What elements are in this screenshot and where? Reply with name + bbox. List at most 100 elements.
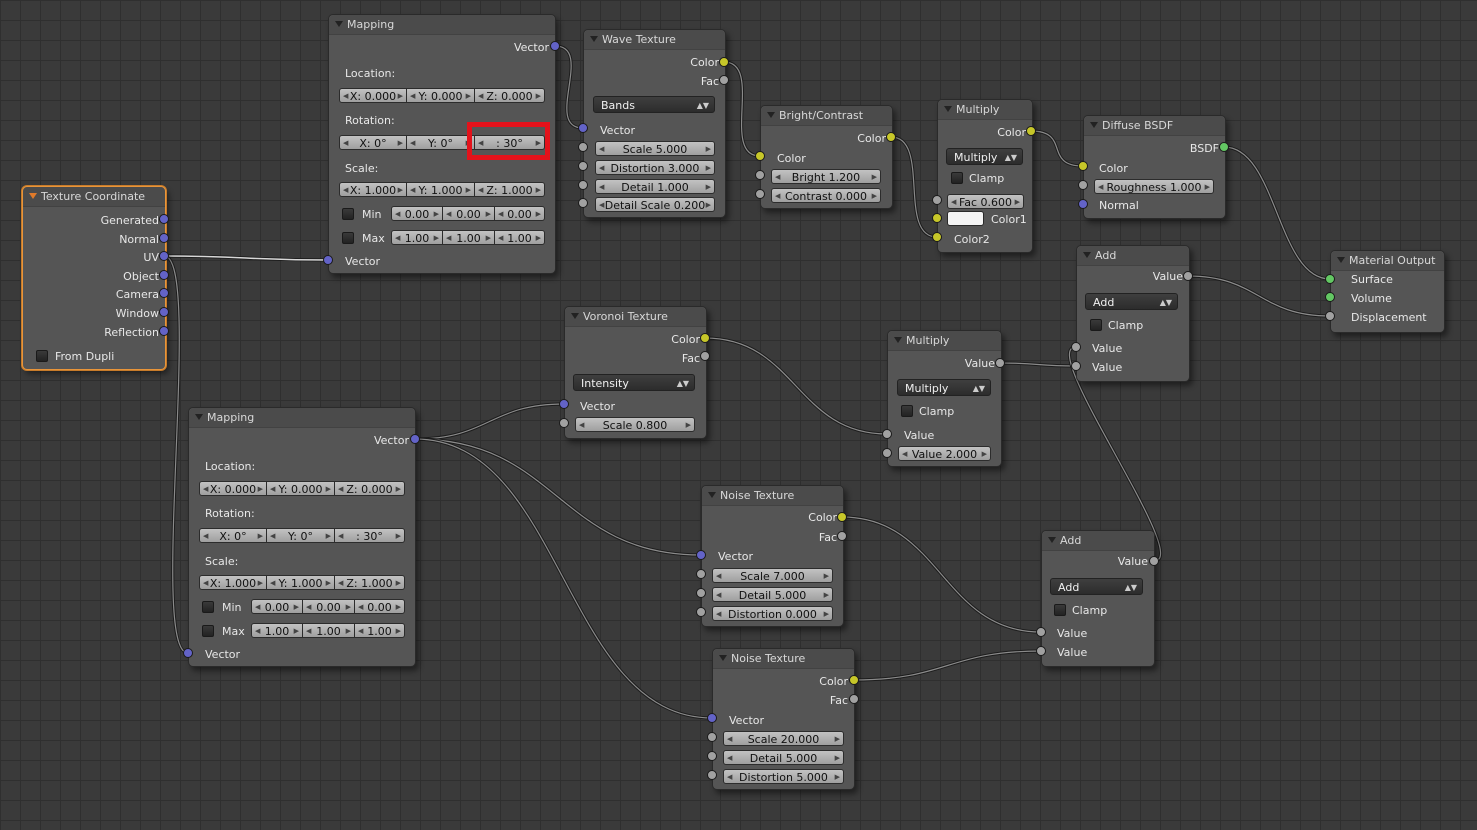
- collapse-arrow-icon[interactable]: [195, 414, 203, 420]
- socket-wave-color-out[interactable]: [719, 57, 729, 67]
- clamp-checkbox[interactable]: [1090, 319, 1102, 331]
- link-uv-to-mapping1[interactable]: [163, 255, 329, 261]
- socket-uv-out[interactable]: [159, 251, 169, 261]
- socket-displacement-in[interactable]: [1325, 311, 1335, 321]
- socket-diffuse-normal-in[interactable]: [1078, 199, 1088, 209]
- collapse-arrow-icon[interactable]: [894, 337, 902, 343]
- node-header[interactable]: Multiply: [938, 100, 1032, 120]
- location-x-field[interactable]: X: 0.000: [339, 88, 407, 104]
- socket-noise1-color-out[interactable]: [837, 512, 847, 522]
- collapse-arrow-icon[interactable]: [767, 112, 775, 118]
- max-y-field[interactable]: 1.00: [443, 230, 495, 246]
- clamp-checkbox[interactable]: [901, 405, 913, 417]
- socket-add1-value-out[interactable]: [1183, 271, 1193, 281]
- collapse-arrow-icon[interactable]: [1090, 122, 1098, 128]
- clamp-checkbox[interactable]: [1054, 604, 1066, 616]
- socket-voronoi-scale-in[interactable]: [559, 418, 569, 428]
- socket-mapping2-vector-in[interactable]: [183, 648, 193, 658]
- socket-noise2-vector-in[interactable]: [707, 713, 717, 723]
- socket-contrast-in[interactable]: [755, 189, 765, 199]
- socket-mapping1-vector-in[interactable]: [323, 255, 333, 265]
- socket-multiply1-color2-in[interactable]: [932, 232, 942, 242]
- link-multiply2-to-add1[interactable]: [999, 362, 1077, 367]
- collapse-arrow-icon[interactable]: [1083, 252, 1091, 258]
- socket-multiply1-color-out[interactable]: [1026, 126, 1036, 136]
- socket-bright-in[interactable]: [755, 170, 765, 180]
- collapse-arrow-icon[interactable]: [719, 655, 727, 661]
- socket-noise2-scale-in[interactable]: [707, 732, 717, 742]
- socket-wave-detail-scale-in[interactable]: [578, 198, 588, 208]
- socket-generated-out[interactable]: [159, 214, 169, 224]
- location-z-field[interactable]: Z: 0.000: [475, 88, 545, 104]
- socket-multiply1-color1-in[interactable]: [932, 213, 942, 223]
- socket-wave-fac-out[interactable]: [719, 75, 729, 85]
- socket-normal-out[interactable]: [159, 233, 169, 243]
- scale-field[interactable]: Scale 0.800: [575, 417, 695, 433]
- socket-noise1-distortion-in[interactable]: [696, 607, 706, 617]
- socket-diffuse-color-in[interactable]: [1078, 161, 1088, 171]
- fac-field[interactable]: Fac 0.600: [947, 194, 1024, 210]
- node-header[interactable]: Add: [1042, 531, 1154, 551]
- socket-multiply2-value-in[interactable]: [882, 429, 892, 439]
- node-diffuse-bsdf[interactable]: Diffuse BSDF BSDF Color Roughness 1.000 …: [1083, 115, 1226, 219]
- node-header[interactable]: Multiply: [888, 331, 1001, 351]
- location-x-field[interactable]: X: 0.000: [199, 481, 267, 497]
- rotation-x-field[interactable]: X: 0°: [339, 135, 407, 151]
- contrast-field[interactable]: Contrast 0.000: [771, 188, 881, 204]
- min-z-field[interactable]: 0.00: [495, 206, 545, 222]
- max-x-field[interactable]: 1.00: [391, 230, 443, 246]
- location-z-field[interactable]: Z: 0.000: [335, 481, 405, 497]
- math-mode-dropdown[interactable]: Add ▲▼: [1050, 578, 1143, 595]
- socket-add2-value1-in[interactable]: [1036, 627, 1046, 637]
- node-header[interactable]: Bright/Contrast: [761, 106, 892, 126]
- link-mapping2-to-noise2[interactable]: [414, 438, 713, 719]
- link-diffuse-to-surface[interactable]: [1223, 146, 1331, 280]
- scale-field[interactable]: Scale 7.000: [712, 568, 833, 584]
- socket-noise2-color-out[interactable]: [849, 675, 859, 685]
- socket-mapping1-vector-out[interactable]: [550, 41, 560, 51]
- detail-field[interactable]: Detail 5.000: [712, 587, 833, 603]
- socket-noise1-fac-out[interactable]: [837, 531, 847, 541]
- min-checkbox[interactable]: [342, 208, 354, 220]
- node-header[interactable]: Mapping: [329, 15, 555, 35]
- socket-diffuse-bsdf-out[interactable]: [1219, 142, 1229, 152]
- color1-swatch[interactable]: [947, 211, 984, 226]
- socket-diffuse-roughness-in[interactable]: [1078, 180, 1088, 190]
- socket-bright-color-in[interactable]: [755, 151, 765, 161]
- coloring-dropdown[interactable]: Intensity ▲▼: [573, 374, 695, 391]
- min-y-field[interactable]: 0.00: [443, 206, 495, 222]
- blend-mode-dropdown[interactable]: Multiply ▲▼: [946, 148, 1023, 165]
- node-multiply-value[interactable]: Multiply Value Multiply ▲▼ Clamp Value Va…: [887, 330, 1002, 467]
- link-wave-to-bright[interactable]: [723, 61, 761, 157]
- node-header[interactable]: Noise Texture: [702, 486, 843, 506]
- scale-x-field[interactable]: X: 1.000: [339, 182, 407, 198]
- scale-y-field[interactable]: Y: 1.000: [407, 182, 475, 198]
- from-dupli-checkbox[interactable]: [36, 350, 48, 362]
- value-field[interactable]: Value 2.000: [898, 446, 991, 462]
- roughness-field[interactable]: Roughness 1.000: [1094, 179, 1214, 195]
- socket-camera-out[interactable]: [159, 288, 169, 298]
- link-noise1-to-add2[interactable]: [841, 516, 1042, 633]
- bright-field[interactable]: Bright 1.200: [771, 169, 881, 185]
- socket-reflection-out[interactable]: [159, 326, 169, 336]
- socket-multiply2-value-out[interactable]: [995, 358, 1005, 368]
- socket-multiply1-fac-in[interactable]: [932, 195, 942, 205]
- max-checkbox[interactable]: [342, 232, 354, 244]
- link-mapping2-to-voronoi[interactable]: [414, 403, 565, 440]
- math-mode-dropdown[interactable]: Add ▲▼: [1085, 293, 1178, 310]
- node-texture-coordinate[interactable]: Texture Coordinate Generated Normal UV O…: [22, 186, 166, 370]
- socket-add1-value2-in[interactable]: [1071, 361, 1081, 371]
- socket-add2-value2-in[interactable]: [1036, 646, 1046, 656]
- max-checkbox[interactable]: [202, 625, 214, 637]
- socket-volume-in[interactable]: [1325, 292, 1335, 302]
- scale-y-field[interactable]: Y: 1.000: [267, 575, 335, 591]
- link-multiply1-to-diffuse[interactable]: [1030, 130, 1084, 167]
- clamp-checkbox[interactable]: [951, 172, 963, 184]
- node-noise-texture-1[interactable]: Noise Texture Color Fac Vector Scale 7.0…: [701, 485, 844, 627]
- math-mode-dropdown[interactable]: Multiply ▲▼: [897, 379, 991, 396]
- max-z-field[interactable]: 1.00: [495, 230, 545, 246]
- node-multiply-color[interactable]: Multiply Color Multiply ▲▼ Clamp Fac 0.60…: [937, 99, 1033, 253]
- node-voronoi-texture[interactable]: Voronoi Texture Color Fac Intensity ▲▼ Ve…: [564, 306, 707, 439]
- link-voronoi-to-multiply2[interactable]: [704, 337, 888, 435]
- socket-wave-vector-in[interactable]: [578, 123, 588, 133]
